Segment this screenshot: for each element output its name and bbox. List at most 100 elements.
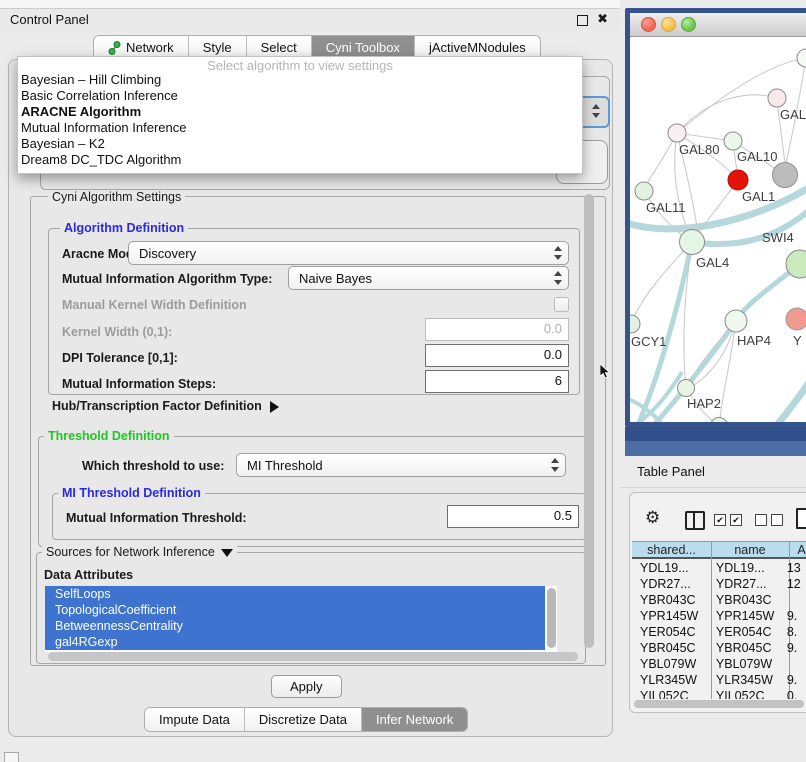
- kernel-width-label: Kernel Width (0,1):: [62, 325, 172, 339]
- dpi-tolerance-label: DPI Tolerance [0,1]:: [62, 351, 178, 365]
- table-row[interactable]: YBR045CYBR045C9.: [632, 640, 806, 656]
- algorithm-options-list[interactable]: Bayesian – Hill ClimbingBasic Correlatio…: [21, 72, 579, 168]
- network-node[interactable]: [725, 310, 747, 332]
- network-node[interactable]: [668, 124, 686, 142]
- top-strip: [0, 0, 620, 9]
- settings-vertical-scrollbar[interactable]: [584, 194, 594, 648]
- network-edge[interactable]: [762, 378, 806, 422]
- table-cell: YLR345W: [632, 673, 709, 687]
- algorithm-dropdown-popup: Select algorithm to view settings Bayesi…: [17, 56, 583, 174]
- network-node[interactable]: [680, 230, 705, 255]
- network-canvas[interactable]: GALGAL80GAL10GAL1GAL11GAL4SWI4HAP4YGCY1H…: [630, 36, 806, 422]
- network-edge[interactable]: [644, 133, 677, 191]
- close-icon[interactable]: ✖: [597, 11, 608, 27]
- network-view-window[interactable]: GALGAL80GAL10GAL1GAL11GAL4SWI4HAP4YGCY1H…: [625, 8, 806, 427]
- table-panel-title: Table Panel: [637, 464, 705, 479]
- table-cell: 9.: [785, 609, 806, 623]
- table-cell: YER054C: [632, 625, 709, 639]
- network-window-bottom-edge: [625, 427, 806, 441]
- table-row[interactable]: YPR145WYPR145W9.: [632, 608, 806, 624]
- table-row[interactable]: YLR345WYLR345W9.: [632, 672, 806, 688]
- network-node[interactable]: [768, 89, 786, 107]
- unchecked-checkbox-pair-icon[interactable]: [755, 514, 783, 526]
- sources-group-title[interactable]: Sources for Network Inference: [42, 545, 237, 559]
- mi-type-label: Mutual Information Algorithm Type:: [62, 272, 272, 286]
- aracne-mode-combo[interactable]: Discovery: [128, 241, 569, 265]
- list-item[interactable]: Bayesian – K2: [21, 136, 579, 152]
- column-header-name[interactable]: name: [711, 541, 789, 559]
- mi-threshold-field[interactable]: 0.5: [447, 505, 579, 528]
- panel-title: Control Panel: [10, 12, 89, 27]
- tab-impute-data[interactable]: Impute Data: [145, 708, 245, 731]
- manual-kernel-checkbox[interactable]: [554, 297, 569, 312]
- list-scrollbar[interactable]: [547, 588, 556, 648]
- list-item[interactable]: SelfLoops: [45, 586, 545, 602]
- network-node[interactable]: [724, 132, 742, 150]
- mi-steps-field[interactable]: 6: [425, 370, 569, 393]
- list-item[interactable]: BetweennessCentrality: [45, 618, 545, 634]
- network-node[interactable]: [711, 418, 728, 423]
- network-node[interactable]: [678, 380, 695, 397]
- network-node[interactable]: [786, 308, 806, 330]
- table-row[interactable]: YBL079WYBL079W: [632, 656, 806, 672]
- settings-horizontal-scrollbar[interactable]: [48, 652, 578, 661]
- close-traffic-light-icon[interactable]: [641, 17, 656, 32]
- mi-algorithm-type-combo[interactable]: Naive Bayes: [288, 266, 569, 290]
- kernel-width-field[interactable]: 0.0: [425, 318, 569, 341]
- network-node[interactable]: [728, 170, 748, 190]
- settings-group-title: Cyni Algorithm Settings: [48, 190, 185, 204]
- network-node[interactable]: [630, 315, 640, 333]
- network-window-titlebar[interactable]: [630, 13, 806, 37]
- mi-threshold-group-title: MI Threshold Definition: [58, 486, 205, 500]
- list-item[interactable]: Basic Correlation Inference: [21, 88, 579, 104]
- list-item[interactable]: ARACNE Algorithm: [21, 104, 579, 120]
- split-divider[interactable]: [625, 441, 806, 456]
- list-item[interactable]: Mutual Information Inference: [21, 120, 579, 136]
- network-node-label: GAL4: [696, 255, 729, 270]
- network-node[interactable]: [773, 163, 798, 188]
- mi-steps-label: Mutual Information Steps:: [62, 377, 216, 391]
- corner-widget[interactable]: [4, 752, 19, 762]
- table-settings-gear-icon[interactable]: ⚙: [645, 509, 660, 528]
- table-rows[interactable]: YDL19...YDL19...13YDR27...YDR27...12YBR0…: [632, 560, 806, 699]
- spinner-arrows-icon: [553, 246, 562, 260]
- network-node-label: HAP2: [687, 396, 721, 411]
- list-item[interactable]: TopologicalCoefficient: [45, 602, 545, 618]
- table-row[interactable]: YBR043CYBR043C: [632, 592, 806, 608]
- document-icon[interactable]: [796, 508, 806, 529]
- network-node-label: GAL11: [646, 200, 686, 215]
- algorithm-placeholder: Select algorithm to view settings: [18, 58, 582, 73]
- column-header-third[interactable]: A: [789, 541, 806, 559]
- column-header-shared[interactable]: shared...: [632, 541, 711, 559]
- list-item[interactable]: Bayesian – Hill Climbing: [21, 72, 579, 88]
- network-edge[interactable]: [677, 95, 777, 133]
- mi-threshold-label: Mutual Information Threshold:: [66, 511, 247, 525]
- checked-checkbox-pair-icon[interactable]: ✔✔: [714, 514, 742, 526]
- table-row[interactable]: YER054CYER054C8.: [632, 624, 806, 640]
- table-row[interactable]: YDR27...YDR27...12: [632, 576, 806, 592]
- split-columns-icon[interactable]: [685, 511, 705, 530]
- separator: [620, 487, 806, 488]
- list-item[interactable]: gal4RGexp: [45, 634, 545, 650]
- table-cell: 0.: [785, 689, 806, 699]
- list-item[interactable]: Dream8 DC_TDC Algorithm: [21, 152, 579, 168]
- network-node-label: GAL10: [737, 149, 777, 164]
- apply-button[interactable]: Apply: [271, 675, 342, 698]
- table-cell: YBL079W: [709, 657, 785, 671]
- which-threshold-combo[interactable]: MI Threshold: [236, 453, 566, 477]
- dpi-tolerance-field[interactable]: 0.0: [425, 344, 569, 367]
- table-row[interactable]: YDL19...YDL19...13: [632, 560, 806, 576]
- bottom-tabbar: Impute Data Discretize Data Infer Networ…: [144, 707, 468, 732]
- minimize-traffic-light-icon[interactable]: [661, 17, 676, 32]
- network-node-label: GCY1: [631, 334, 666, 349]
- hub-definition-toggle[interactable]: Hub/Transcription Factor Definition: [52, 399, 279, 413]
- tab-discretize-data[interactable]: Discretize Data: [245, 708, 362, 731]
- data-attributes-list[interactable]: SelfLoopsTopologicalCoefficientBetweenne…: [45, 586, 557, 652]
- zoom-traffic-light-icon[interactable]: [681, 17, 696, 32]
- float-window-icon[interactable]: [577, 15, 588, 26]
- table-row[interactable]: YIL052CYIL052C0.: [632, 688, 806, 699]
- table-horizontal-scrollbar[interactable]: [634, 700, 804, 708]
- tab-infer-network[interactable]: Infer Network: [362, 708, 467, 731]
- network-node[interactable]: [635, 182, 653, 200]
- network-node[interactable]: [797, 49, 806, 67]
